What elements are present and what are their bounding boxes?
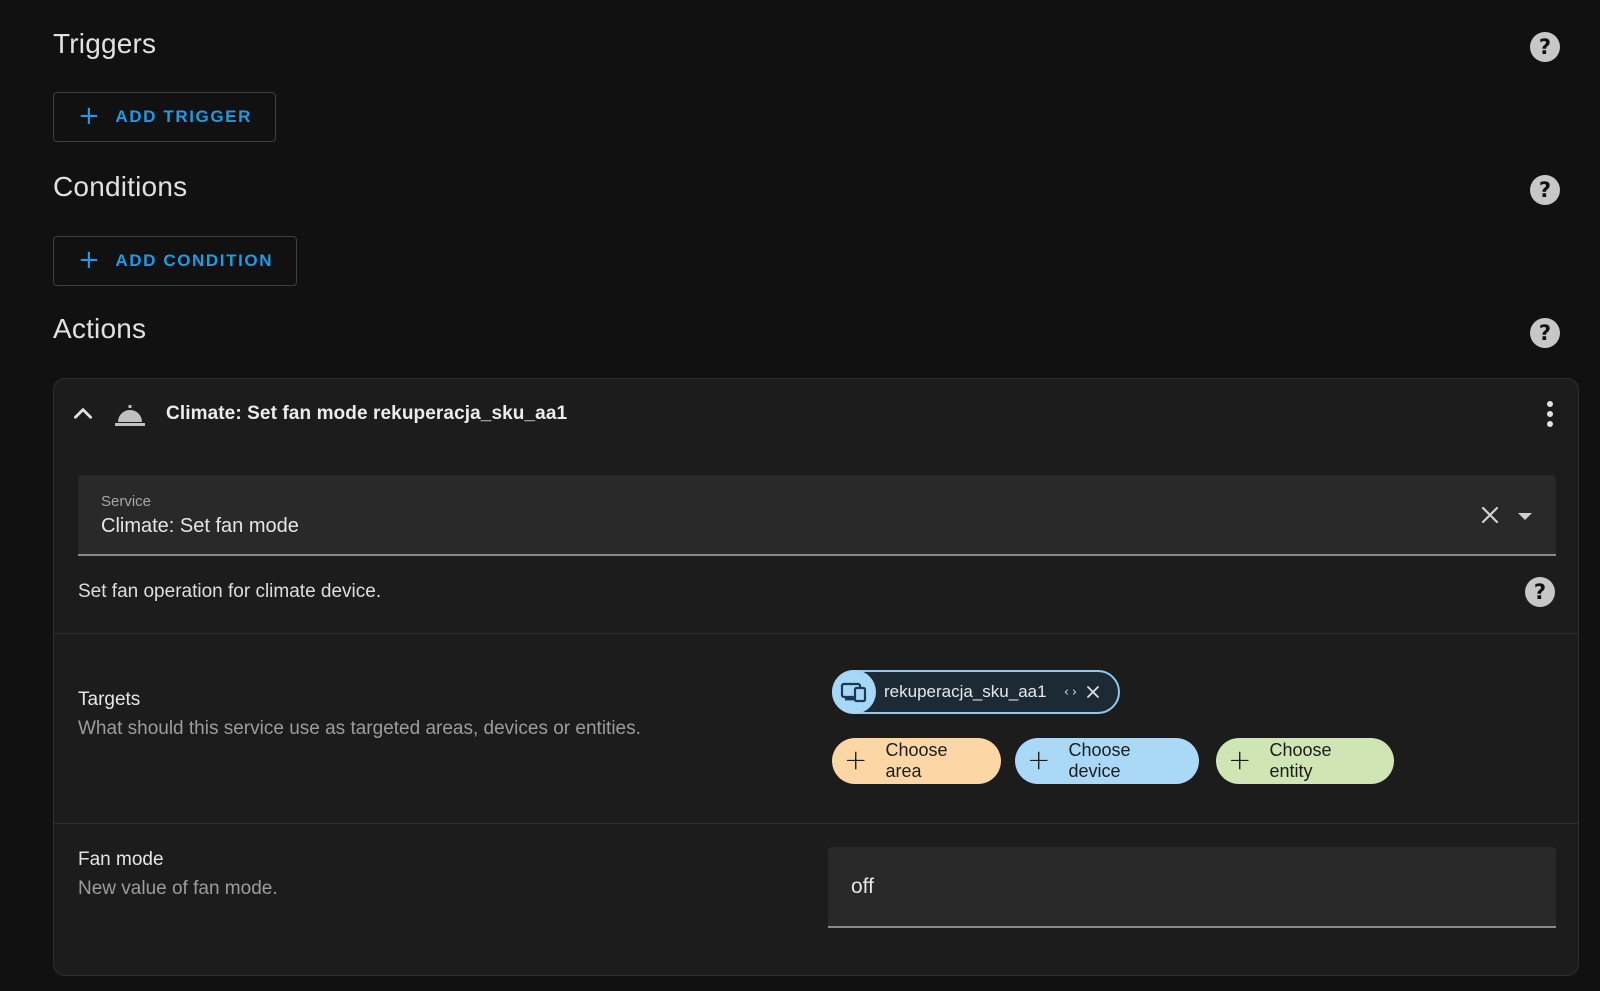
service-label: Service [101, 493, 152, 510]
add-trigger-label: ADD TRIGGER [115, 107, 252, 126]
targets-subtitle: What should this service use as targeted… [78, 718, 641, 739]
add-condition-label: ADD CONDITION [115, 251, 274, 270]
choose-area-label: Choose area [885, 740, 948, 781]
action-title: Climate: Set fan mode rekuperacja_sku_aa… [166, 403, 568, 424]
clear-icon[interactable] [1480, 505, 1500, 525]
targets-title: Targets [78, 689, 141, 710]
action-card: Climate: Set fan mode rekuperacja_sku_aa… [53, 378, 1579, 976]
action-card-header[interactable]: Climate: Set fan mode rekuperacja_sku_aa… [54, 379, 1578, 449]
chevron-up-icon[interactable] [70, 401, 96, 427]
plus-icon: + [1027, 743, 1051, 776]
dropdown-arrow-icon[interactable] [1518, 513, 1532, 520]
fan-mode-subtitle: New value of fan mode. [78, 878, 278, 899]
add-trigger-button[interactable]: + ADD TRIGGER [53, 92, 276, 142]
target-chip-device[interactable]: rekuperacja_sku_aa1 ‹› [832, 670, 1120, 714]
fan-mode-value: off [851, 875, 874, 898]
remove-icon[interactable] [1086, 685, 1100, 699]
plus-icon: + [78, 101, 102, 131]
add-condition-button[interactable]: + ADD CONDITION [53, 236, 298, 286]
conditions-title: Conditions [53, 171, 188, 202]
conditions-help-icon[interactable]: ? [1530, 175, 1560, 205]
plus-icon: + [844, 743, 868, 776]
service-help-icon[interactable]: ? [1525, 577, 1555, 607]
actions-title: Actions [53, 313, 147, 344]
actions-help-icon[interactable]: ? [1530, 318, 1560, 348]
triggers-help-icon[interactable]: ? [1530, 32, 1560, 62]
choose-area-button[interactable]: + Choose area [832, 738, 1001, 784]
divider [54, 823, 1578, 824]
room-service-icon [115, 405, 145, 426]
plus-icon: + [78, 245, 102, 275]
divider [54, 633, 1578, 634]
choose-entity-button[interactable]: + Choose entity [1216, 738, 1394, 784]
service-value: Climate: Set fan mode [101, 515, 299, 537]
target-chip-label: rekuperacja_sku_aa1 [884, 682, 1047, 701]
fan-mode-input[interactable]: off [828, 847, 1556, 928]
devices-icon [832, 670, 876, 714]
code-icon[interactable]: ‹› [1063, 685, 1079, 700]
service-select[interactable]: Service Climate: Set fan mode [78, 475, 1556, 556]
more-vert-icon[interactable] [1546, 401, 1554, 429]
fan-mode-title: Fan mode [78, 849, 164, 870]
choose-entity-label: Choose entity [1269, 740, 1332, 781]
triggers-title: Triggers [53, 28, 157, 59]
choose-device-button[interactable]: + Choose device [1015, 738, 1199, 784]
service-description: Set fan operation for climate device. [78, 581, 382, 602]
plus-icon: + [1228, 743, 1252, 776]
choose-device-label: Choose device [1068, 740, 1131, 781]
